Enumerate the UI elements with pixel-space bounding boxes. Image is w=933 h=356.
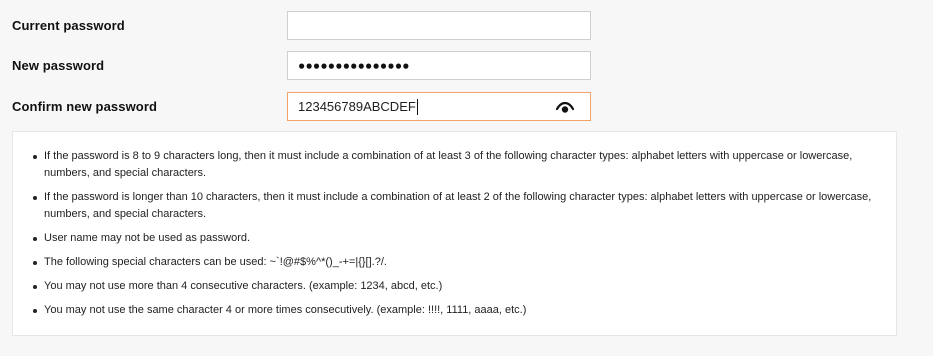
confirm-new-password-value: 123456789ABCDEF: [298, 99, 416, 114]
new-password-row: New password ●●●●●●●●●●●●●●●: [0, 46, 933, 86]
confirm-new-password-input[interactable]: 123456789ABCDEF: [287, 92, 591, 121]
new-password-input[interactable]: ●●●●●●●●●●●●●●●: [287, 51, 591, 80]
password-rule: The following special characters can be …: [33, 254, 878, 271]
password-rule: If the password is longer than 10 charac…: [33, 189, 878, 223]
new-password-masked-value: ●●●●●●●●●●●●●●●: [298, 58, 410, 72]
password-rules-panel: If the password is 8 to 9 characters lon…: [12, 131, 897, 336]
new-password-label: New password: [12, 58, 105, 73]
current-password-label: Current password: [12, 18, 125, 33]
password-rules-list: If the password is 8 to 9 characters lon…: [13, 132, 896, 319]
eye-icon[interactable]: [555, 101, 575, 114]
change-password-form: Current password New password ●●●●●●●●●●…: [0, 0, 933, 128]
current-password-row: Current password: [0, 6, 933, 46]
current-password-input[interactable]: [287, 11, 591, 40]
text-cursor: [416, 98, 418, 115]
confirm-new-password-row: Confirm new password 123456789ABCDEF: [0, 87, 933, 127]
password-rule: You may not use more than 4 consecutive …: [33, 278, 878, 295]
password-rule: You may not use the same character 4 or …: [33, 302, 878, 319]
password-rule: If the password is 8 to 9 characters lon…: [33, 148, 878, 182]
confirm-new-password-label: Confirm new password: [12, 99, 158, 114]
password-rule: User name may not be used as password.: [33, 230, 878, 247]
